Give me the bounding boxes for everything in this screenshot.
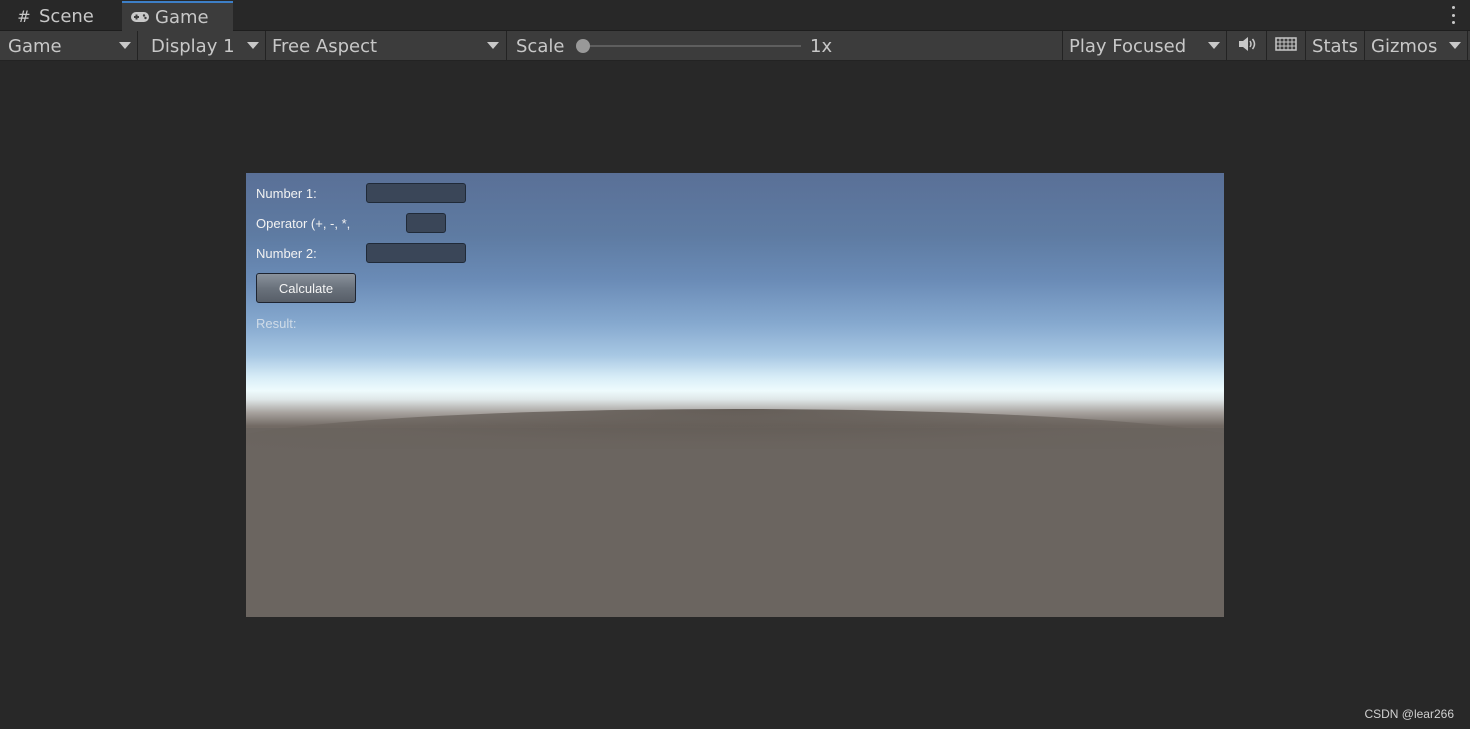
more-options-icon[interactable]	[1452, 6, 1456, 24]
ground	[246, 428, 1224, 617]
display-dropdown-label: Display 1	[151, 35, 235, 57]
result-label: Result:	[256, 316, 297, 331]
keyboard-shortcuts-button[interactable]	[1267, 31, 1306, 61]
number2-label: Number 2:	[256, 246, 317, 261]
chevron-down-icon	[487, 42, 499, 49]
operator-input[interactable]	[406, 213, 446, 233]
calculate-button[interactable]: Calculate	[256, 273, 356, 303]
keyboard-icon	[1275, 36, 1297, 57]
scale-slider-track[interactable]	[583, 45, 801, 47]
scale-label: Scale	[516, 35, 565, 57]
mute-audio-button[interactable]	[1227, 31, 1267, 61]
gizmos-label: Gizmos	[1371, 35, 1438, 57]
aspect-dropdown-label: Free Aspect	[272, 35, 378, 57]
aspect-dropdown[interactable]: Free Aspect	[266, 31, 507, 61]
play-mode-dropdown[interactable]: Play Focused	[1063, 31, 1227, 61]
editor-tab-bar: # Scene Game	[0, 0, 1470, 31]
stats-button[interactable]: Stats	[1306, 31, 1365, 61]
operator-label: Operator (+, -, *,	[256, 216, 351, 231]
number1-input[interactable]	[366, 183, 466, 203]
scale-value: 1x	[810, 35, 833, 57]
number2-input[interactable]	[366, 243, 466, 263]
play-mode-label: Play Focused	[1069, 35, 1187, 57]
game-view-toolbar: Game Display 1 Free Aspect Scale 1x Play…	[0, 31, 1470, 61]
view-dropdown[interactable]: Game	[2, 31, 138, 61]
display-dropdown[interactable]: Display 1	[138, 31, 266, 61]
gamepad-icon	[130, 8, 150, 27]
watermark: CSDN @lear266	[1364, 707, 1454, 721]
tab-game[interactable]: Game	[122, 1, 233, 31]
scale-control: Scale 1x	[507, 31, 1063, 61]
game-viewport[interactable]: Number 1: Operator (+, -, *, Number 2: C…	[246, 173, 1224, 617]
view-dropdown-label: Game	[8, 35, 62, 57]
scale-slider-handle[interactable]	[576, 39, 590, 53]
stats-label: Stats	[1312, 35, 1358, 57]
tab-game-label: Game	[155, 6, 209, 28]
chevron-down-icon	[119, 42, 131, 49]
horizon	[246, 409, 1224, 449]
tab-scene-label: Scene	[39, 5, 94, 27]
tab-scene[interactable]: # Scene	[6, 1, 120, 31]
chevron-down-icon	[247, 42, 259, 49]
speaker-icon	[1237, 36, 1257, 57]
number1-label: Number 1:	[256, 186, 317, 201]
hash-icon: #	[17, 6, 31, 26]
gizmos-dropdown[interactable]: Gizmos	[1365, 31, 1468, 61]
chevron-down-icon	[1208, 42, 1220, 49]
chevron-down-icon	[1449, 42, 1461, 49]
